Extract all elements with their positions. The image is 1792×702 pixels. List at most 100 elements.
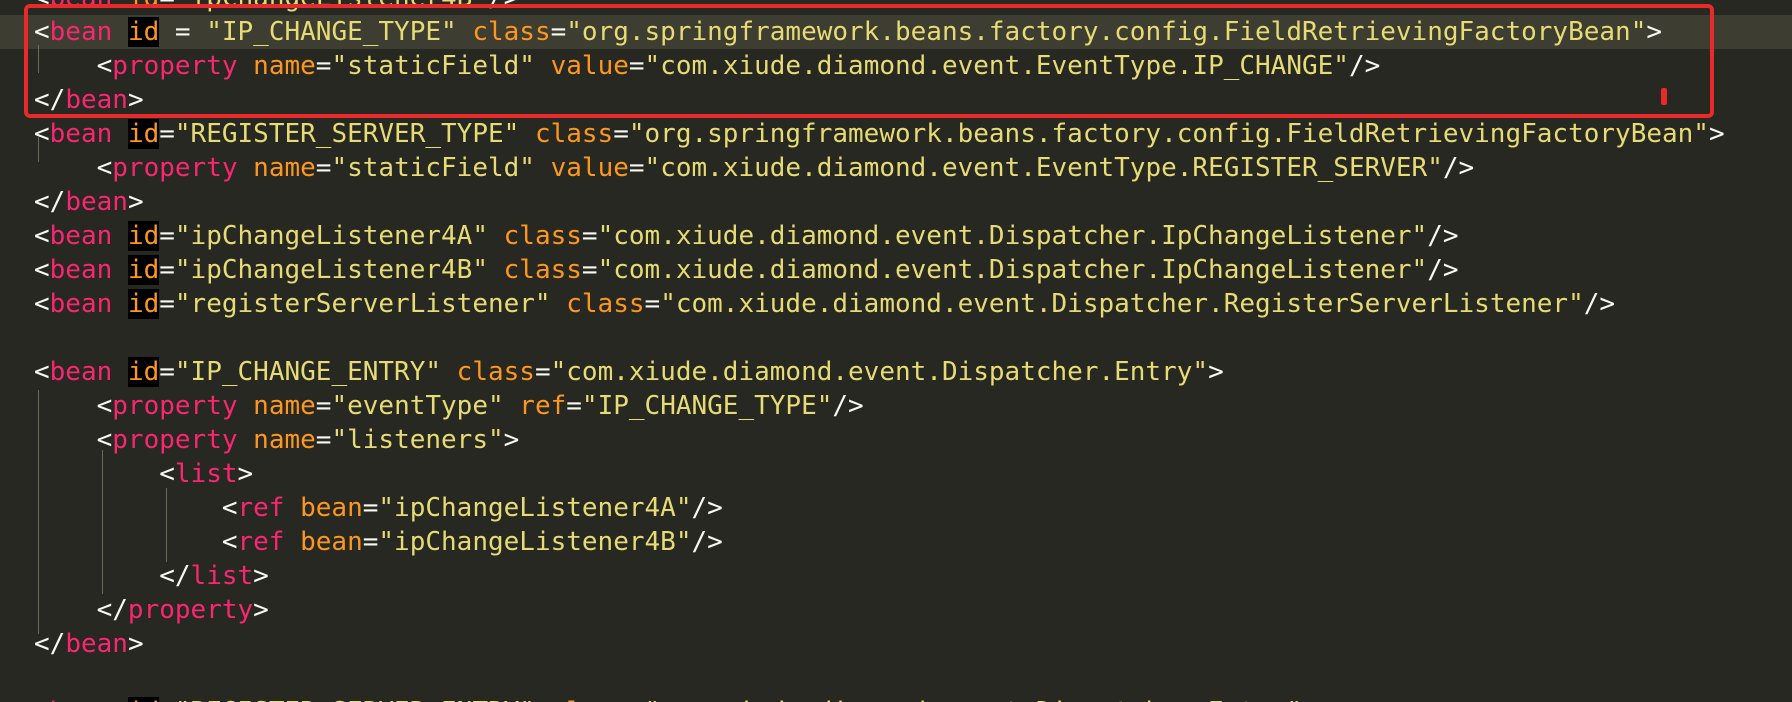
code-token-attr: value [550,153,629,183]
code-line[interactable]: <property name="eventType" ref="IP_CHANG… [0,389,1792,423]
code-line[interactable]: <property name="staticField" value="com.… [0,151,1792,185]
code-token-punct [535,697,551,702]
code-line[interactable]: </bean> [0,627,1792,661]
code-token-punct [488,221,504,251]
code-line[interactable]: <list> [0,457,1792,491]
code-token-punct: </ [34,595,128,625]
annotation-cursor-mark [1661,88,1667,105]
code-token-punct: = [644,289,661,319]
code-token-tag: property [112,153,238,183]
indent-guide [38,136,39,162]
code-token-punct: = [159,289,175,319]
code-token-punct: < [34,119,50,149]
code-token-string: "staticField" [331,153,535,183]
code-token-attr: class [503,221,582,251]
code-line[interactable]: <ref bean="ipChangeListener4A"/> [0,491,1792,525]
code-token-attr: bean [300,527,363,557]
code-token-tag: bean [65,187,128,217]
code-token-punct [535,153,551,183]
code-token-punct: < [34,51,113,81]
code-token-attr: id [127,255,160,285]
code-token-punct: = [315,153,332,183]
code-token-string: "org.springframework.beans.factory.confi… [628,119,1709,149]
code-line[interactable]: <ref bean="ipChangeListener4B"/> [0,525,1792,559]
code-token-punct [457,17,473,47]
code-token-punct: = [159,255,175,285]
code-token-punct [112,255,128,285]
code-token-punct: > [127,629,144,659]
code-token-punct: > [127,85,144,115]
code-line[interactable]: <bean id="REGISTER_SERVER_TYPE" class="o… [0,117,1792,151]
code-token-tag: ref [237,493,285,523]
code-line[interactable]: <bean id="ipChangeListener4B"/> [0,0,1792,15]
code-token-punct: > [1208,357,1224,387]
code-token-string: "IP_CHANGE_TYPE" [581,391,833,421]
code-token-punct: > [237,459,254,489]
code-token-punct: </ [34,187,66,217]
code-line[interactable]: <bean id="REGISTER_SERVER_ENTRY" class="… [0,695,1792,702]
code-token-punct: = [159,17,207,47]
code-token-string: "com.xiude.diamond.event.Dispatcher.Entr… [645,697,1302,702]
code-token-punct: < [34,425,113,455]
code-token-attr: value [550,51,629,81]
code-line[interactable] [0,661,1792,695]
code-token-tag: bean [49,221,113,251]
code-token-string: "com.xiude.diamond.event.Dispatcher.Regi… [660,289,1584,319]
code-token-punct: = [581,255,598,285]
code-token-attr: class [503,255,582,285]
code-line[interactable]: <bean id="IP_CHANGE_ENTRY" class="com.xi… [0,355,1792,389]
code-line[interactable]: <property name="listeners"> [0,423,1792,457]
code-token-string: "ipChangeListener4A" [174,221,488,251]
code-token-string: "com.xiude.diamond.event.Dispatcher.IpCh… [597,221,1428,251]
code-token-punct: < [34,357,50,387]
code-token-punct [535,51,551,81]
code-token-punct: < [34,527,238,557]
code-token-tag: list [190,561,254,591]
code-token-punct: < [34,493,238,523]
code-token-punct: = [159,119,175,149]
code-token-string: "com.xiude.diamond.event.EventType.IP_CH… [644,51,1349,81]
code-token-punct [238,425,254,455]
code-token-punct: > [127,187,144,217]
code-line[interactable]: <property name="staticField" value="com.… [0,49,1792,83]
code-token-punct: > [253,595,269,625]
code-token-punct: = [315,391,332,421]
code-token-punct [112,289,128,319]
code-token-punct: < [34,255,50,285]
code-line[interactable]: <bean id = "IP_CHANGE_TYPE" class="org.s… [0,15,1792,49]
code-token-punct: > [1646,17,1663,47]
code-token-punct: = [315,51,332,81]
code-token-punct: /> [1442,153,1475,183]
code-line[interactable]: <bean id="ipChangeListener4B" class="com… [0,253,1792,287]
code-token-punct: = [613,119,629,149]
code-token-punct [488,255,504,285]
code-line[interactable] [0,321,1792,355]
code-token-punct: < [34,391,113,421]
code-token-punct: < [34,697,50,702]
code-token-punct: = [362,527,379,557]
code-line[interactable]: </bean> [0,185,1792,219]
indent-guide [38,45,39,73]
code-line[interactable]: </property> [0,593,1792,627]
code-token-punct: /> [691,527,723,557]
code-line[interactable]: </bean> [0,83,1792,117]
code-token-string: "staticField" [331,51,535,81]
code-line[interactable]: <bean id="ipChangeListener4A" class="com… [0,219,1792,253]
code-token-string: "com.xiude.diamond.event.Dispatcher.Entr… [550,357,1209,387]
indent-guide [166,488,167,562]
code-token-string: "REGISTER_SERVER_TYPE" [174,119,520,149]
indent-guide [38,390,39,634]
code-token-string: "eventType" [331,391,504,421]
code-token-punct: /> [488,0,519,13]
code-token-punct: = [159,0,175,13]
code-line[interactable]: <bean id="registerServerListener" class=… [0,287,1792,321]
code-editor[interactable]: <bean id="ipChangeListener4B"/><bean id … [0,0,1792,702]
code-token-punct: /> [691,493,723,523]
code-token-punct: /> [1583,289,1616,319]
code-line[interactable]: </list> [0,559,1792,593]
code-token-attr: id [127,697,160,702]
code-token-punct: = [159,221,175,251]
code-token-attr: id [128,0,159,13]
code-token-punct: < [34,153,113,183]
code-token-punct [504,391,520,421]
